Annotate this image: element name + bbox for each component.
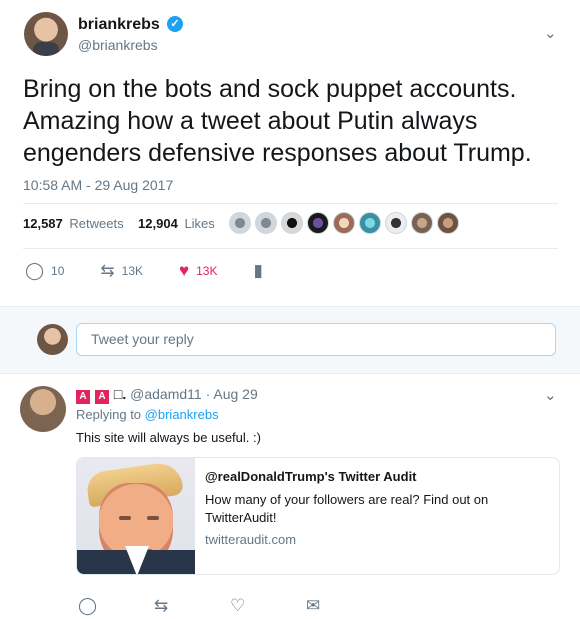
reply-icon: ◯ xyxy=(25,261,45,280)
engagement-stats: 12,587 Retweets 12,904 Likes xyxy=(23,216,215,231)
reply-action[interactable]: ◯ 10 xyxy=(25,262,64,279)
chevron-down-icon[interactable]: ⌄ xyxy=(544,24,557,42)
reply-author-handle[interactable]: @adamd11 xyxy=(130,386,202,402)
liker-avatar[interactable] xyxy=(333,212,355,234)
divider xyxy=(23,203,558,204)
tweet-timestamp[interactable]: 10:58 AM - 29 Aug 2017 xyxy=(23,177,173,193)
analytics-icon: ▮ xyxy=(253,261,263,280)
reply-author-avatar[interactable] xyxy=(20,386,66,432)
tweet-actions: ◯ 10 ⇆ 13K ♥ 13K ▮ xyxy=(25,262,299,279)
divider xyxy=(23,248,558,249)
heart-icon: ♥ xyxy=(179,261,190,280)
retweet-icon[interactable]: ⇆ xyxy=(154,596,230,616)
liker-avatar[interactable] xyxy=(255,212,277,234)
verified-badge-icon: ✓ xyxy=(167,16,183,32)
reply-count: 10 xyxy=(51,263,65,278)
retweet-action[interactable]: ⇆ 13K xyxy=(100,262,143,279)
reply-text: This site will always be useful. :) xyxy=(76,430,261,445)
like-count: 13K xyxy=(196,263,218,278)
author-avatar[interactable] xyxy=(24,12,68,56)
liker-avatar[interactable] xyxy=(437,212,459,234)
likers-avatars xyxy=(229,212,459,234)
heart-icon[interactable]: ♡ xyxy=(230,596,306,616)
liker-avatar[interactable] xyxy=(359,212,381,234)
likes-label[interactable]: Likes xyxy=(184,216,214,231)
card-domain: twitteraudit.com xyxy=(205,532,297,547)
badge-icon: A xyxy=(95,390,109,404)
retweets-count[interactable]: 12,587 xyxy=(23,216,63,231)
replying-handle[interactable]: @briankrebs xyxy=(145,407,219,422)
mail-icon[interactable]: ✉ xyxy=(306,596,382,616)
author-handle[interactable]: @briankrebs xyxy=(78,37,158,53)
chevron-down-icon[interactable]: ⌄ xyxy=(544,386,557,404)
card-description: How many of your followers are real? Fin… xyxy=(205,492,489,525)
card-image xyxy=(77,458,195,574)
reply-author-name[interactable]: □. xyxy=(114,386,126,402)
reply-input[interactable]: Tweet your reply xyxy=(76,323,556,356)
like-action[interactable]: ♥ 13K xyxy=(179,262,217,279)
liker-avatar[interactable] xyxy=(307,212,329,234)
link-card[interactable]: @realDonaldTrump's Twitter Audit How man… xyxy=(76,457,560,575)
liker-avatar[interactable] xyxy=(411,212,433,234)
retweet-icon: ⇆ xyxy=(100,261,115,280)
reply-actions: ◯ ⇆ ♡ ✉ xyxy=(78,596,382,616)
card-title: @realDonaldTrump's Twitter Audit xyxy=(205,469,417,484)
reply-icon[interactable]: ◯ xyxy=(78,596,154,616)
analytics-action[interactable]: ▮ xyxy=(253,262,262,279)
liker-avatar[interactable] xyxy=(281,212,303,234)
author-name[interactable]: briankrebs xyxy=(78,16,160,34)
likes-count[interactable]: 12,904 xyxy=(138,216,178,231)
tweet-text: Bring on the bots and sock puppet accoun… xyxy=(23,75,532,167)
replying-to: Replying to @briankrebs xyxy=(76,407,219,422)
retweet-count: 13K xyxy=(121,263,143,278)
badge-icon: A xyxy=(76,390,90,404)
reply-header: AA □. @adamd11 · Aug 29 xyxy=(76,386,258,404)
liker-avatar[interactable] xyxy=(229,212,251,234)
liker-avatar[interactable] xyxy=(385,212,407,234)
reply-time[interactable]: Aug 29 xyxy=(213,386,257,402)
current-user-avatar xyxy=(37,324,68,355)
retweets-label[interactable]: Retweets xyxy=(69,216,123,231)
replying-label: Replying to xyxy=(76,407,142,422)
